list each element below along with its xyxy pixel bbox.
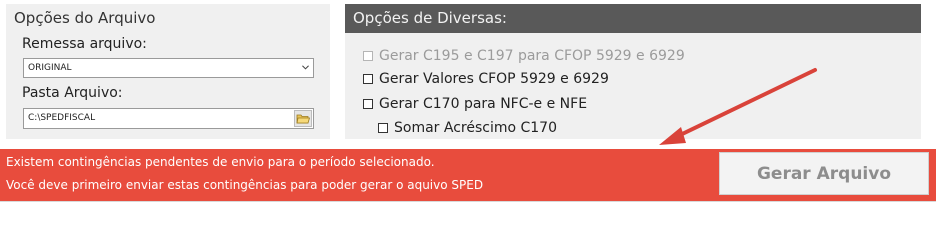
misc-options-header: Opções de Diversas:	[345, 4, 921, 33]
checkbox-label: Somar Acréscimo C170	[394, 120, 557, 136]
checkbox-box[interactable]	[363, 99, 373, 109]
pasta-value: C:\SPEDFISCAL	[28, 113, 96, 123]
bottom-divider	[0, 201, 936, 202]
checkbox-label: Gerar C195 e C197 para CFOP 5929 e 6929	[379, 48, 685, 64]
pasta-input[interactable]: C:\SPEDFISCAL	[23, 108, 314, 129]
contingency-alert-bar: Existem contingências pendentes de envio…	[0, 149, 936, 201]
misc-options-panel: Opções de Diversas: Gerar C195 e C197 pa…	[345, 4, 921, 139]
browse-folder-button[interactable]	[294, 110, 312, 127]
chevron-down-icon	[302, 65, 309, 70]
checkbox-label: Gerar Valores CFOP 5929 e 6929	[379, 71, 609, 87]
checkbox-box	[363, 51, 373, 61]
checkbox-gerar-c195-c197: Gerar C195 e C197 para CFOP 5929 e 6929	[363, 48, 685, 64]
checkbox-box[interactable]	[363, 74, 373, 84]
checkbox-box[interactable]	[378, 123, 388, 133]
misc-options-title: Opções de Diversas:	[353, 9, 507, 27]
folder-icon	[296, 114, 311, 124]
generate-file-button[interactable]: Gerar Arquivo	[719, 152, 929, 195]
checkbox-gerar-valores-cfop[interactable]: Gerar Valores CFOP 5929 e 6929	[363, 71, 609, 87]
remessa-select[interactable]: ORIGINAL	[23, 58, 314, 78]
remessa-label: Remessa arquivo:	[22, 36, 147, 52]
file-options-panel: Opções do Arquivo Remessa arquivo: ORIGI…	[6, 4, 330, 139]
alert-line-2: Você deve primeiro enviar estas contingê…	[6, 178, 484, 192]
checkbox-somar-acrescimo-c170[interactable]: Somar Acréscimo C170	[378, 120, 557, 136]
alert-line-1: Existem contingências pendentes de envio…	[6, 155, 435, 169]
checkbox-label: Gerar C170 para NFC-e e NFE	[379, 96, 588, 112]
pasta-label: Pasta Arquivo:	[22, 85, 123, 101]
remessa-value: ORIGINAL	[28, 63, 72, 73]
checkbox-gerar-c170-nfce-nfe[interactable]: Gerar C170 para NFC-e e NFE	[363, 96, 587, 112]
file-options-title: Opções do Arquivo	[14, 9, 156, 27]
